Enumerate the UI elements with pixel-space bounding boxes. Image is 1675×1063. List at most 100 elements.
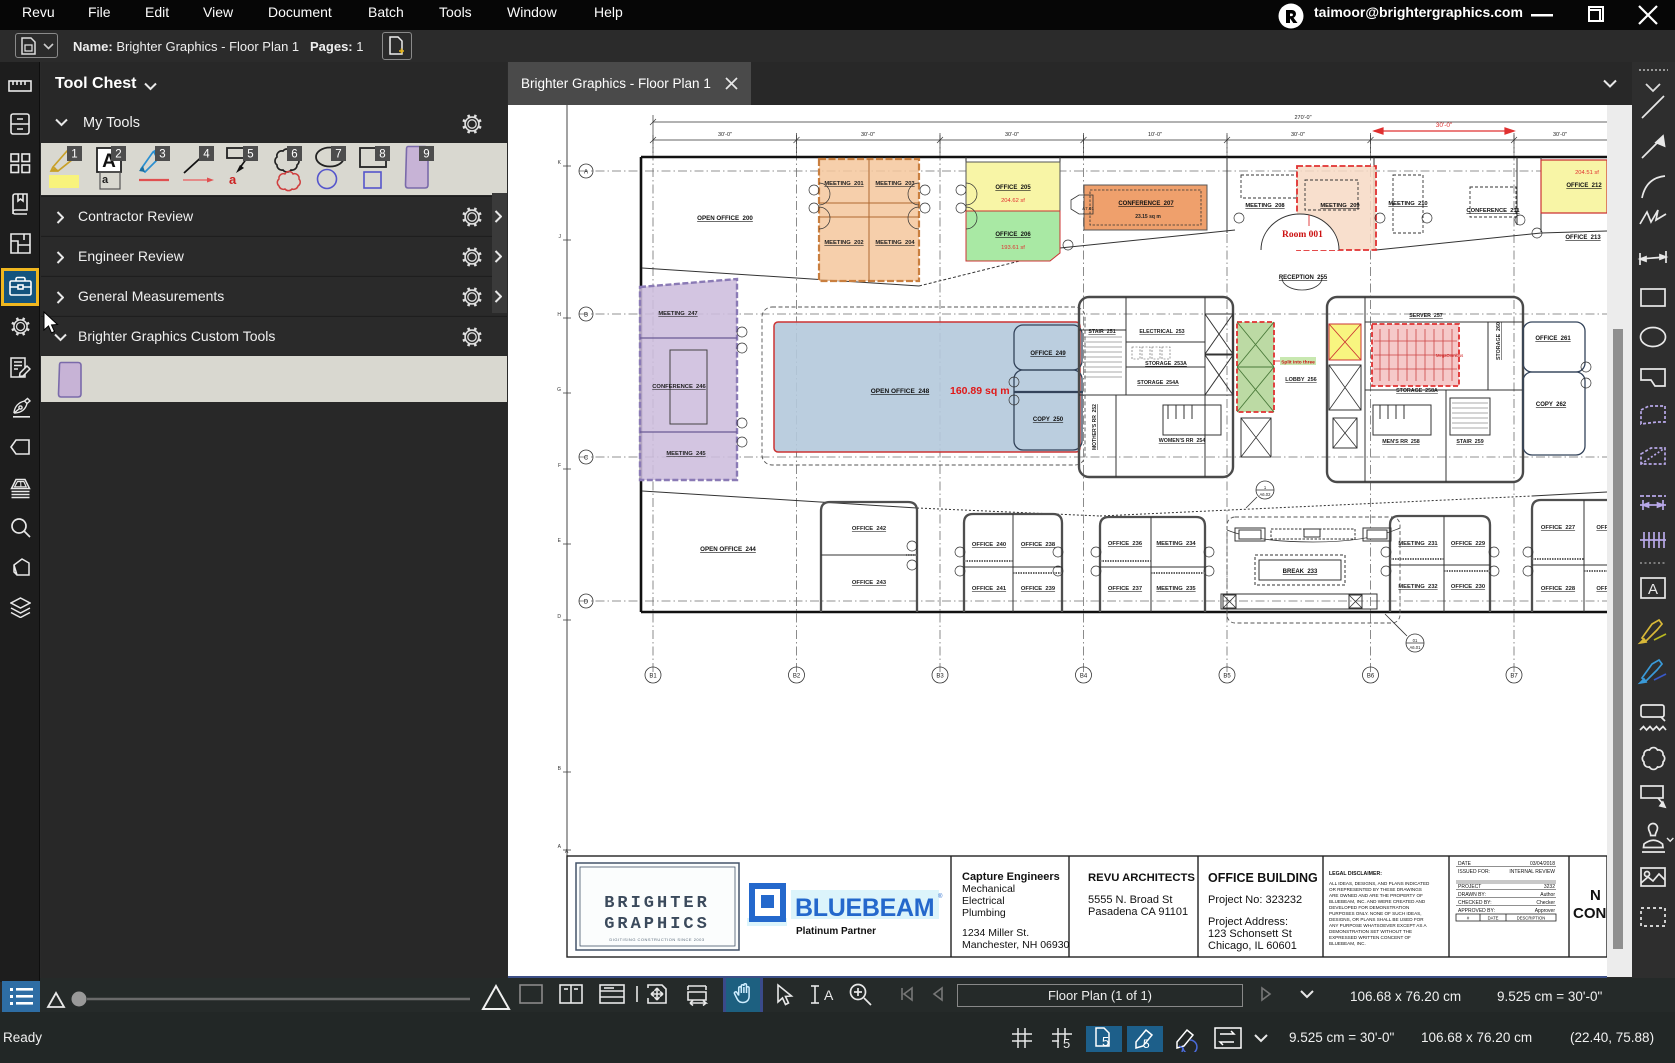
- svg-text:Platinum Partner: Platinum Partner: [796, 926, 876, 937]
- svg-text:OFFICE 238: OFFICE 238: [1021, 542, 1056, 548]
- svg-text:5: 5: [1063, 1036, 1070, 1051]
- svg-text:OPEN OFFICE 248: OPEN OFFICE 248: [871, 388, 930, 395]
- svg-text:DIGITISING CONSTRUCTION SINCE: DIGITISING CONSTRUCTION SINCE 2003: [609, 937, 705, 942]
- svg-text:160.89 sq m: 160.89 sq m: [950, 385, 1010, 397]
- svg-text:DESIGNS, OR PLANS SHALL BE USE: DESIGNS, OR PLANS SHALL BE USED FOR: [1329, 917, 1424, 922]
- svg-text:Electrical: Electrical: [962, 895, 1005, 907]
- svg-text:OFFICE 242: OFFICE 242: [852, 526, 886, 532]
- svg-text:MegaOmnibus: MegaOmnibus: [1436, 353, 1463, 358]
- svg-text:OFFICE 249: OFFICE 249: [1030, 351, 1066, 357]
- svg-text:OR REPRESENTED BY THESE DRAWIN: OR REPRESENTED BY THESE DRAWINGS: [1329, 887, 1422, 892]
- svg-text:Room 001: Room 001: [1282, 230, 1323, 240]
- svg-text:5555 N. Broad St: 5555 N. Broad St: [1088, 894, 1172, 906]
- svg-text:CONS: CONS: [1573, 905, 1607, 922]
- svg-text:DESCRIPTION: DESCRIPTION: [1517, 916, 1546, 921]
- svg-text:B: B: [584, 313, 588, 319]
- svg-text:B4: B4: [1080, 674, 1088, 680]
- svg-text:MEETING 208: MEETING 208: [1245, 203, 1285, 209]
- svg-text:LOBBY 256: LOBBY 256: [1285, 377, 1316, 383]
- svg-text:Split into three: Split into three: [1281, 360, 1315, 366]
- svg-text:CONFERENCE 207: CONFERENCE 207: [1118, 201, 1174, 207]
- svg-text:MEETING 247: MEETING 247: [658, 311, 697, 317]
- svg-text:8: 8: [379, 149, 385, 161]
- svg-text:OFFICE 213: OFFICE 213: [1565, 235, 1601, 241]
- svg-text:Manchester, NH 06930: Manchester, NH 06930: [962, 939, 1070, 951]
- svg-text:OFFICE 237: OFFICE 237: [1108, 586, 1142, 592]
- svg-text:BRIGHTER: BRIGHTER: [604, 894, 710, 913]
- svg-text:CONFERENCE 211: CONFERENCE 211: [1466, 208, 1520, 214]
- svg-text:OPEN OFFICE 200: OPEN OFFICE 200: [697, 215, 753, 222]
- svg-text:OFFICE 229: OFFICE 229: [1451, 541, 1486, 547]
- svg-text:1: 1: [71, 149, 77, 161]
- svg-text:a: a: [102, 174, 109, 186]
- svg-text:MEETING 201: MEETING 201: [824, 181, 864, 187]
- svg-text:4: 4: [203, 149, 210, 161]
- svg-text:ANY PURPOSE WHATSOEVER EXCEPT: ANY PURPOSE WHATSOEVER EXCEPT AS A: [1329, 923, 1427, 928]
- svg-text:MEETING 209: MEETING 209: [1320, 203, 1360, 209]
- svg-text:1234 Miller St.: 1234 Miller St.: [962, 927, 1029, 939]
- svg-text:B5: B5: [1223, 674, 1231, 680]
- svg-text:OFFICE 206: OFFICE 206: [995, 232, 1031, 238]
- svg-text:30'-0": 30'-0": [1436, 122, 1453, 129]
- svg-text:EXPRESSED WRITTEN CONCENT OF: EXPRESSED WRITTEN CONCENT OF: [1329, 935, 1411, 940]
- svg-text:WOMEN'S RR 254: WOMEN'S RR 254: [1159, 438, 1206, 444]
- svg-text:ALL IDEAS, DESIGNS, AND PLANS: ALL IDEAS, DESIGNS, AND PLANS INDICATED: [1329, 881, 1430, 886]
- svg-text:B7: B7: [1510, 674, 1518, 680]
- svg-text:5: 5: [1143, 1037, 1150, 1051]
- svg-text:A6.01: A6.01: [1410, 645, 1422, 650]
- svg-text:OPEN OFFICE 244: OPEN OFFICE 244: [700, 546, 756, 553]
- svg-text:204.62 sf: 204.62 sf: [1001, 198, 1025, 204]
- svg-text:OFFI: OFFI: [1596, 525, 1607, 531]
- svg-text:30'-0": 30'-0": [1005, 132, 1019, 138]
- svg-text:F: F: [558, 463, 561, 469]
- svg-text:Mechanical: Mechanical: [962, 883, 1015, 895]
- svg-text:B1: B1: [649, 674, 657, 680]
- svg-text:OFFICE 205: OFFICE 205: [995, 185, 1031, 191]
- svg-text:Checker: Checker: [1536, 900, 1555, 906]
- svg-text:STORAGE 254A: STORAGE 254A: [1137, 380, 1179, 386]
- svg-text:ELECTRICAL 253: ELECTRICAL 253: [1139, 329, 1184, 335]
- svg-text:OFFICE 212: OFFICE 212: [1566, 183, 1602, 189]
- svg-text:SERVER 257: SERVER 257: [1409, 313, 1443, 319]
- svg-text:Project No: 323232: Project No: 323232: [1208, 894, 1302, 906]
- svg-text:MEETING 204: MEETING 204: [875, 240, 915, 246]
- svg-text:MEETING 235: MEETING 235: [1156, 586, 1196, 592]
- svg-text:9: 9: [423, 149, 429, 161]
- svg-text:B2: B2: [793, 674, 801, 680]
- svg-text:MEN'S RR 258: MEN'S RR 258: [1382, 439, 1420, 445]
- svg-text:a: a: [229, 172, 237, 187]
- svg-text:30'-0": 30'-0": [861, 132, 875, 138]
- svg-text:J: J: [559, 234, 562, 240]
- svg-text:OFFI: OFFI: [1596, 586, 1607, 592]
- svg-text:PROJECT: PROJECT: [1458, 884, 1481, 890]
- svg-text:MEETING 203: MEETING 203: [875, 181, 915, 187]
- svg-text:01: 01: [1413, 638, 1418, 643]
- svg-text:B6: B6: [1367, 674, 1375, 680]
- svg-text:OFFICE 240: OFFICE 240: [972, 542, 1006, 548]
- svg-text:MOTHER'S RR 252: MOTHER'S RR 252: [1092, 404, 1098, 450]
- svg-text:STORAGE 260: STORAGE 260: [1496, 322, 1502, 360]
- svg-text:OFFICE 261: OFFICE 261: [1535, 336, 1571, 342]
- svg-text:Pasadena CA 91101: Pasadena CA 91101: [1088, 906, 1188, 918]
- svg-text:30'-0": 30'-0": [1291, 132, 1305, 138]
- svg-text:193.61 sf: 193.61 sf: [1001, 245, 1025, 251]
- svg-text:STORAGE 253A: STORAGE 253A: [1145, 361, 1187, 367]
- svg-text:03/04/2018: 03/04/2018: [1530, 861, 1555, 867]
- svg-text:ARE OWNED AND ARE THE PROPERTY: ARE OWNED AND ARE THE PROPERTY OF: [1329, 893, 1423, 898]
- svg-text:MEETING 245: MEETING 245: [666, 451, 706, 457]
- svg-text:DRAWN BY:: DRAWN BY:: [1458, 892, 1486, 898]
- svg-text:N: N: [1590, 887, 1601, 904]
- svg-text:E: E: [558, 538, 562, 544]
- svg-text:123 Schonsett St: 123 Schonsett St: [1208, 928, 1292, 940]
- svg-text:Project Address:: Project Address:: [1208, 916, 1288, 928]
- svg-text:RECEPTION 255: RECEPTION 255: [1279, 275, 1328, 281]
- svg-text:OFFICE 230: OFFICE 230: [1451, 584, 1485, 590]
- svg-text:MEETING 232: MEETING 232: [1398, 584, 1437, 590]
- svg-text:204.51 sf: 204.51 sf: [1575, 170, 1599, 176]
- svg-text:A7.01: A7.01: [1082, 206, 1094, 211]
- svg-text:COPY 250: COPY 250: [1033, 417, 1064, 423]
- svg-text:Capture Engineers: Capture Engineers: [962, 871, 1060, 883]
- svg-text:OFFICE 227: OFFICE 227: [1541, 525, 1575, 531]
- svg-text:CONFERENCE 246: CONFERENCE 246: [652, 384, 706, 390]
- svg-text:30'-0": 30'-0": [718, 132, 732, 138]
